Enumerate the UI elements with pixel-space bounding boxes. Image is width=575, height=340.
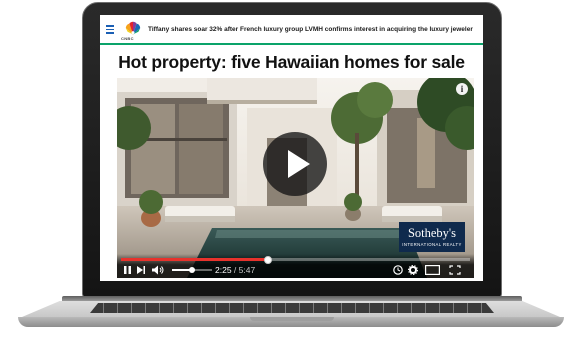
- logo-text: CNBC: [121, 36, 134, 41]
- play-icon: [288, 150, 310, 178]
- volume-icon[interactable]: [151, 265, 165, 275]
- pause-icon[interactable]: [123, 265, 132, 275]
- current-time: 2:25: [215, 265, 232, 275]
- brand-subtitle: INTERNATIONAL REALTY: [402, 242, 462, 247]
- fullscreen-icon[interactable]: [449, 265, 461, 275]
- volume-slider[interactable]: [172, 267, 212, 273]
- duration: 5:47: [238, 265, 256, 275]
- sothebys-watermark: Sotheby's INTERNATIONAL REALTY: [399, 222, 465, 252]
- time-display: 2:25 / 5:47: [215, 265, 256, 275]
- laptop-keyboard: [90, 303, 494, 313]
- laptop-hinge: [62, 296, 522, 301]
- brand-name: Sotheby's: [407, 226, 457, 240]
- gear-icon[interactable]: [408, 265, 418, 275]
- video-controls: 2:25 / 5:47: [117, 254, 474, 278]
- laptop-frame: CNBC Tiffany shares soar 32% after Frenc…: [0, 0, 575, 340]
- progress-handle[interactable]: [263, 255, 272, 264]
- laptop-screen: CNBC Tiffany shares soar 32% after Frenc…: [100, 15, 483, 281]
- next-icon[interactable]: [136, 265, 146, 275]
- clock-icon[interactable]: [393, 265, 403, 275]
- menu-icon[interactable]: [106, 25, 114, 36]
- page-title: Hot property: five Hawaiian homes for sa…: [118, 52, 465, 72]
- info-icon[interactable]: i: [456, 83, 468, 95]
- ticker-headline[interactable]: Tiffany shares soar 32% after French lux…: [148, 26, 473, 33]
- laptop-notch: [250, 317, 334, 321]
- play-button[interactable]: [263, 132, 327, 196]
- volume-handle[interactable]: [189, 267, 195, 273]
- miniplayer-icon[interactable]: [425, 265, 440, 275]
- progress-bar[interactable]: [121, 255, 470, 264]
- news-topbar: CNBC Tiffany shares soar 32% after Frenc…: [100, 15, 483, 45]
- video-player[interactable]: i Sotheby's INTERNATIONAL REALTY 2:25 / …: [117, 78, 474, 278]
- progress-fill: [121, 258, 268, 261]
